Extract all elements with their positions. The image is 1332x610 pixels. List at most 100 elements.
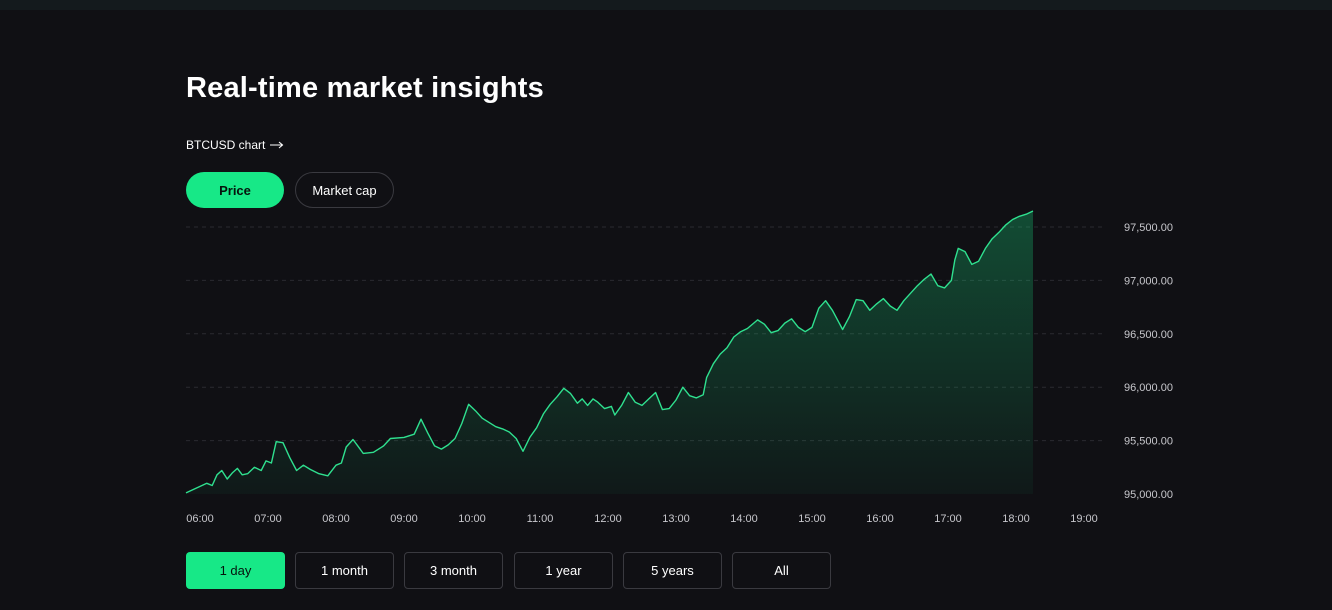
price-point bbox=[334, 463, 338, 467]
price-point bbox=[756, 318, 760, 322]
price-point bbox=[790, 317, 794, 321]
price-point bbox=[480, 416, 484, 420]
price-point bbox=[596, 400, 600, 404]
y-tick-label: 95,500.00 bbox=[1124, 436, 1173, 448]
range-button-1-year[interactable]: 1 year bbox=[514, 552, 613, 589]
price-point bbox=[701, 393, 705, 397]
price-point bbox=[725, 346, 729, 350]
price-point bbox=[909, 291, 913, 295]
price-point bbox=[847, 315, 851, 319]
price-point bbox=[739, 330, 743, 334]
price-point bbox=[240, 473, 244, 477]
price-point bbox=[274, 440, 278, 444]
price-point bbox=[541, 412, 545, 416]
price-point bbox=[351, 438, 355, 442]
price-area-fill bbox=[186, 211, 1033, 494]
price-point bbox=[264, 459, 268, 463]
y-tick-label: 96,500.00 bbox=[1124, 329, 1173, 341]
range-button-3-month[interactable]: 3 month bbox=[404, 552, 503, 589]
y-tick-label: 96,000.00 bbox=[1124, 382, 1173, 394]
price-point bbox=[705, 376, 709, 380]
price-point bbox=[613, 413, 617, 417]
x-tick-label: 06:00 bbox=[186, 513, 214, 525]
price-point bbox=[473, 409, 477, 413]
range-button-1-day[interactable]: 1 day bbox=[186, 552, 285, 589]
price-point bbox=[936, 284, 940, 288]
price-point bbox=[225, 477, 229, 481]
price-point bbox=[949, 278, 953, 282]
price-point bbox=[535, 426, 539, 430]
price-point bbox=[929, 272, 933, 276]
price-point bbox=[1031, 209, 1035, 213]
range-button-all[interactable]: All bbox=[732, 552, 831, 589]
price-point bbox=[339, 461, 343, 465]
price-point bbox=[210, 483, 214, 487]
price-point bbox=[633, 400, 637, 404]
price-point bbox=[776, 329, 780, 333]
price-point bbox=[963, 250, 967, 254]
price-point bbox=[426, 431, 430, 435]
range-button-1-month[interactable]: 1 month bbox=[295, 552, 394, 589]
price-point bbox=[382, 444, 386, 448]
x-tick-label: 11:00 bbox=[527, 513, 554, 525]
price-point bbox=[688, 394, 692, 398]
price-point bbox=[235, 466, 239, 470]
price-point bbox=[620, 403, 624, 407]
price-point bbox=[555, 395, 559, 399]
price-point bbox=[854, 298, 858, 302]
x-tick-label: 10:00 bbox=[458, 513, 486, 525]
price-point bbox=[868, 308, 872, 312]
price-point bbox=[259, 469, 263, 473]
price-point bbox=[269, 461, 273, 465]
price-point bbox=[467, 402, 471, 406]
price-point bbox=[371, 450, 375, 454]
x-tick-label: 19:00 bbox=[1070, 513, 1098, 525]
price-point bbox=[1011, 218, 1015, 222]
price-point bbox=[521, 449, 525, 453]
price-point bbox=[507, 430, 511, 434]
price-point bbox=[562, 386, 566, 390]
price-point bbox=[361, 451, 365, 455]
price-point bbox=[803, 330, 807, 334]
price-point bbox=[769, 331, 773, 335]
price-point bbox=[308, 467, 312, 471]
price-point bbox=[783, 321, 787, 325]
price-point bbox=[453, 436, 457, 440]
x-tick-label: 12:00 bbox=[594, 513, 622, 525]
price-point bbox=[861, 299, 865, 303]
price-point bbox=[902, 299, 906, 303]
x-tick-label: 18:00 bbox=[1002, 513, 1030, 525]
price-point bbox=[694, 396, 698, 400]
price-point bbox=[326, 474, 330, 478]
x-tick-label: 17:00 bbox=[934, 513, 962, 525]
price-point bbox=[569, 392, 573, 396]
price-point bbox=[575, 401, 579, 405]
price-point bbox=[895, 308, 899, 312]
price-point bbox=[1017, 214, 1021, 218]
price-point bbox=[837, 321, 841, 325]
x-tick-label: 09:00 bbox=[390, 513, 418, 525]
price-point bbox=[433, 444, 437, 448]
price-point bbox=[231, 471, 235, 475]
price-point bbox=[711, 362, 715, 366]
range-button-5-years[interactable]: 5 years bbox=[623, 552, 722, 589]
price-point bbox=[830, 308, 834, 312]
price-point bbox=[548, 402, 552, 406]
x-tick-label: 16:00 bbox=[866, 513, 894, 525]
price-point bbox=[1004, 223, 1008, 227]
price-point bbox=[990, 237, 994, 241]
price-point bbox=[494, 425, 498, 429]
price-point bbox=[762, 322, 766, 326]
price-point bbox=[667, 407, 671, 411]
price-point bbox=[514, 436, 518, 440]
price-point bbox=[184, 491, 188, 495]
price-point bbox=[824, 299, 828, 303]
price-point bbox=[681, 385, 685, 389]
price-point bbox=[660, 408, 664, 412]
price-point bbox=[875, 302, 879, 306]
x-tick-label: 15:00 bbox=[798, 513, 826, 525]
price-point bbox=[288, 456, 292, 460]
price-point bbox=[915, 284, 919, 288]
price-point bbox=[501, 427, 505, 431]
price-point bbox=[591, 397, 595, 401]
